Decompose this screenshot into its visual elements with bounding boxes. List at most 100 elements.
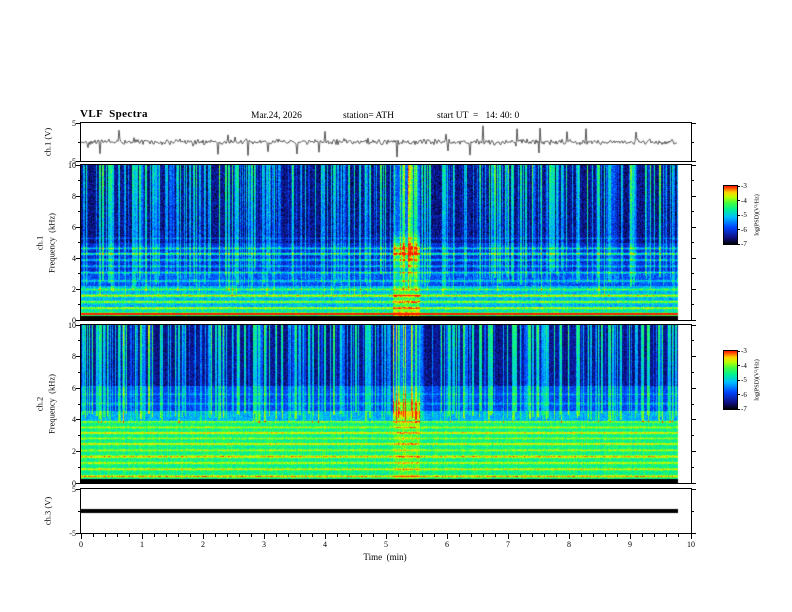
x-tick-mark: [568, 534, 570, 539]
freq-minor-tick-mark: [78, 180, 80, 181]
freq-minor-tick-mark: [692, 304, 694, 305]
freq-minor-tick-mark: [692, 273, 694, 274]
x-minor-tick-mark: [531, 534, 533, 537]
volt-tick-mark: [76, 122, 80, 124]
x-minor-tick-mark: [348, 534, 350, 537]
cbar-tick-mark: [737, 379, 740, 381]
x-tick-label: 9: [628, 540, 632, 549]
volt-minor-tick-mark: [692, 510, 694, 512]
freq-tick-mark: [76, 226, 80, 228]
freq-minor-tick-mark: [692, 180, 694, 181]
x-minor-tick-mark: [422, 534, 424, 537]
x-tick-label: 6: [445, 540, 449, 549]
x-minor-tick-mark: [653, 534, 655, 537]
freq-minor-tick-mark: [78, 304, 80, 305]
panel-ch1-waveform: [80, 122, 692, 162]
freq-tick-mark: [692, 482, 696, 484]
colorbar-ch1-canvas: [724, 186, 737, 244]
x-tick-label: 10: [687, 540, 695, 549]
freq-minor-tick-mark: [692, 403, 694, 405]
ch3-waveform-canvas: [81, 489, 691, 533]
freq-minor-tick-mark: [78, 211, 80, 212]
freq-minor-tick-mark: [78, 435, 80, 437]
x-minor-tick-mark: [544, 534, 546, 537]
time-axis-label: Time (min): [363, 552, 407, 562]
cbar-tick-label: -4: [741, 196, 747, 205]
x-tick-mark: [690, 534, 692, 539]
x-minor-tick-mark: [617, 534, 619, 537]
x-minor-tick-mark: [397, 534, 399, 537]
cbar-tick-mark: [737, 229, 740, 230]
freq-tick-mark: [692, 419, 696, 421]
x-minor-tick-mark: [104, 534, 106, 537]
volt-minor-tick-mark: [692, 141, 694, 143]
freq-minor-tick-mark: [692, 211, 694, 212]
x-tick-mark: [385, 534, 387, 539]
freq-tick-mark: [76, 387, 80, 389]
volt-tick-mark: [76, 488, 80, 490]
freq-tick-mark: [76, 195, 80, 197]
x-minor-tick-mark: [190, 534, 192, 537]
figure-title: VLF Spectra: [80, 108, 148, 120]
freq-minor-tick-mark: [78, 242, 80, 243]
x-tick-mark: [629, 534, 631, 539]
start-ut-label: start UT = 14: 40: 0: [437, 111, 520, 121]
x-minor-tick-mark: [336, 534, 338, 537]
x-tick-label: 1: [140, 540, 144, 549]
x-minor-tick-mark: [495, 534, 497, 537]
cbar-tick-label: -4: [741, 361, 747, 370]
x-minor-tick-mark: [641, 534, 643, 537]
x-tick-label: 2: [201, 540, 205, 549]
station-label: station= ATH: [343, 111, 395, 121]
freq-tick-mark: [692, 288, 696, 290]
ch1-spectrogram-canvas: [81, 165, 691, 320]
x-tick-mark: [141, 534, 143, 539]
freq-minor-tick-mark: [78, 340, 80, 342]
x-minor-tick-mark: [178, 534, 180, 537]
freq-tick-mark: [76, 257, 80, 259]
x-minor-tick-mark: [483, 534, 485, 537]
panel-ch1-spectrogram: [80, 164, 692, 321]
freq-tick-label: 2: [72, 446, 76, 456]
freq-tick-mark: [692, 226, 696, 228]
volt-minor-tick-mark: [78, 510, 80, 512]
volt-tick-label: 5: [72, 484, 76, 494]
x-minor-tick-mark: [519, 534, 521, 537]
panel-ch2-spectrogram: [80, 324, 692, 484]
cbar-tick-mark: [737, 394, 740, 395]
freq-tick-mark: [76, 450, 80, 452]
x-minor-tick-mark: [373, 534, 375, 537]
x-minor-tick-mark: [605, 534, 607, 537]
volt-tick-mark: [692, 488, 696, 490]
freq-tick-mark: [692, 356, 696, 358]
cbar-tick-mark: [737, 365, 740, 366]
x-minor-tick-mark: [312, 534, 314, 537]
x-minor-tick-mark: [275, 534, 277, 537]
cbar-tick-label: -5: [741, 376, 747, 384]
x-minor-tick-mark: [239, 534, 241, 537]
cbar-tick-label: -5: [741, 211, 747, 219]
cbar-tick-label: -6: [741, 390, 747, 399]
freq-tick-label: 6: [72, 222, 76, 232]
freq-tick-mark: [692, 164, 696, 166]
cbar-tick-label: -7: [741, 240, 747, 248]
freq-tick-mark: [692, 324, 696, 326]
x-minor-tick-mark: [226, 534, 228, 537]
freq-minor-tick-mark: [692, 242, 694, 243]
cbar-tick-label: -3: [741, 182, 747, 190]
volt-tick-mark: [76, 160, 80, 162]
freq-tick-mark: [692, 195, 696, 197]
x-minor-tick-mark: [214, 534, 216, 537]
x-minor-tick-mark: [470, 534, 472, 537]
freq-tick-label: 4: [72, 415, 76, 425]
volt-tick-mark: [692, 122, 696, 124]
freq-tick-label: 4: [72, 253, 76, 263]
ch3-volt-axis-label: ch.3 (V): [42, 496, 53, 526]
x-minor-tick-mark: [92, 534, 94, 537]
freq-minor-tick-mark: [692, 435, 694, 437]
freq-tick-label: 6: [72, 383, 76, 393]
x-tick-mark: [80, 534, 82, 539]
ch1-waveform-canvas: [81, 123, 691, 161]
x-tick-mark: [202, 534, 204, 539]
volt-tick-label: 5: [72, 118, 76, 128]
